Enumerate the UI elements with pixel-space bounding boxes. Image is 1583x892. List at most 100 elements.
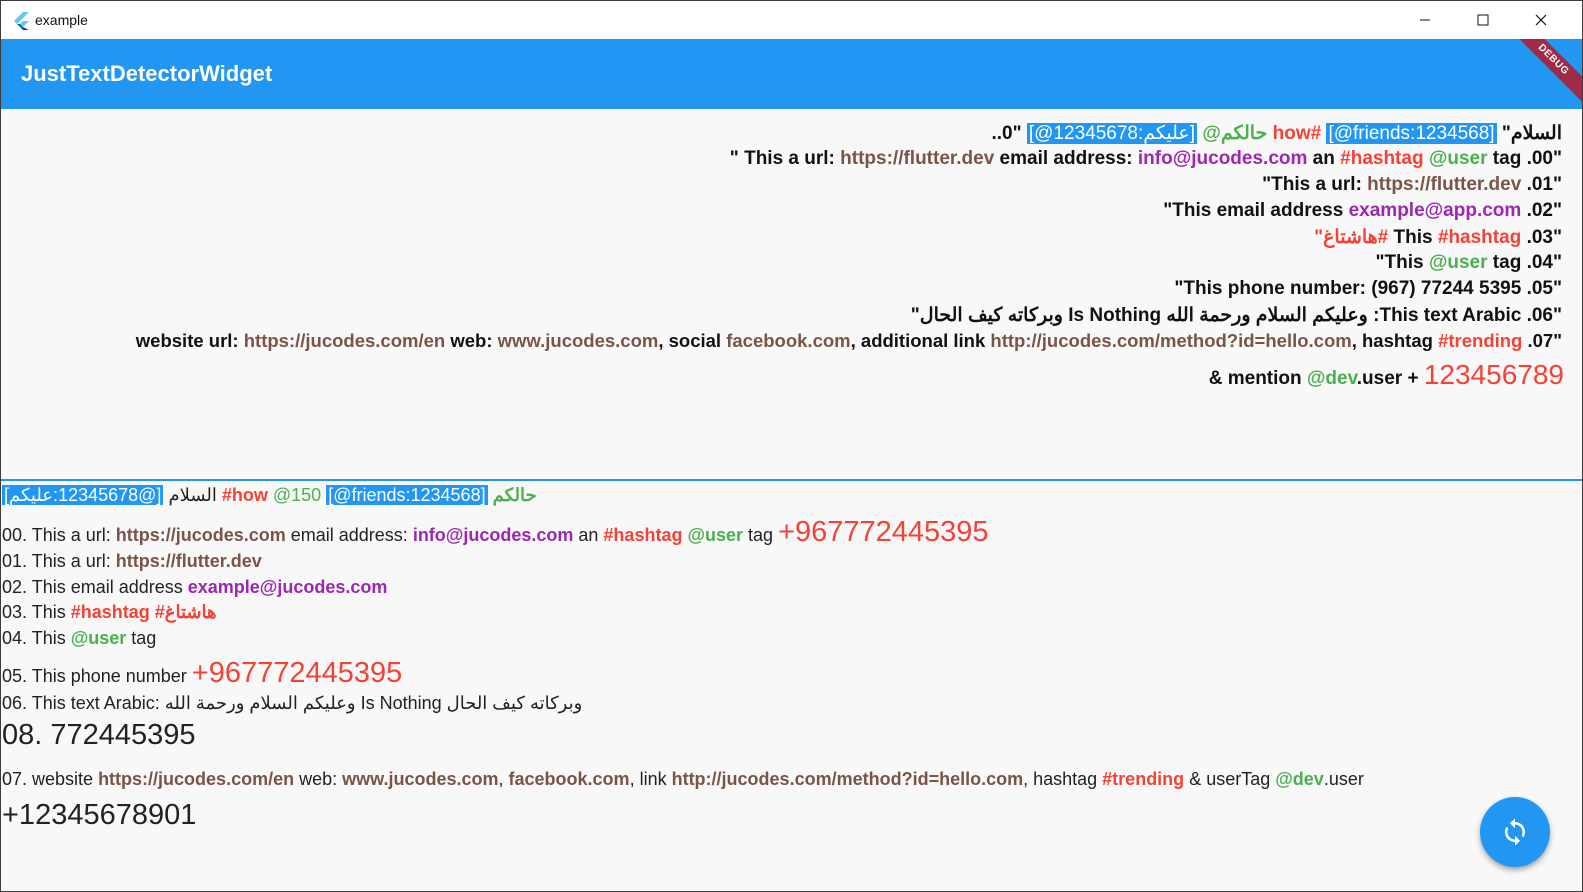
- email-link[interactable]: info@jucodes.com: [413, 525, 574, 545]
- text-line-02: 02. This email address example@jucodes.c…: [2, 577, 387, 598]
- app-bar: JustTextDetectorWidget DEBUG: [1, 39, 1582, 109]
- text: .07": [1522, 330, 1562, 351]
- phone-line-08[interactable]: 08. 772445395: [2, 719, 196, 752]
- text: This: [1388, 227, 1438, 248]
- mention-chip[interactable]: [@12345678:عليكم]: [2, 485, 164, 505]
- text-line-01: "This a url: https://flutter.dev .01": [1262, 174, 1562, 196]
- url-link[interactable]: https://flutter.dev: [1367, 174, 1521, 195]
- maximize-button[interactable]: [1454, 1, 1512, 39]
- text: tag .00": [1487, 148, 1562, 169]
- mention[interactable]: @dev: [1275, 769, 1324, 789]
- hashtag-arabic[interactable]: "هاشتاغ#: [1314, 227, 1388, 248]
- mention-chip[interactable]: [@friends:1234568]: [1326, 123, 1497, 144]
- flutter-logo-icon: [14, 12, 29, 30]
- text-line-03: "هاشتاغ# This #hashtag .03": [1314, 226, 1562, 249]
- url-link[interactable]: http://jucodes.com/method?id=hello.com: [990, 330, 1351, 351]
- phone-line[interactable]: +12345678901: [2, 799, 196, 832]
- text: "This: [1375, 252, 1429, 273]
- phone-link[interactable]: +967772445395: [192, 657, 402, 689]
- refresh-fab-button[interactable]: [1480, 797, 1550, 867]
- url-link[interactable]: https://flutter.dev: [116, 551, 262, 571]
- text: 03. This: [2, 602, 71, 622]
- text: السلام: [163, 485, 217, 505]
- url-link[interactable]: www.jucodes.com: [498, 330, 659, 351]
- hashtag[interactable]: #trending: [1102, 769, 1184, 789]
- url-link[interactable]: https://jucodes.com/en: [244, 330, 445, 351]
- email-link[interactable]: info@jucodes.com: [1138, 148, 1308, 169]
- hashtag[interactable]: how#: [1273, 123, 1322, 144]
- text-line-06: "وبركاته كيف الحال Is Nothing وعليكم الس…: [911, 304, 1562, 327]
- email-link[interactable]: example@app.com: [1349, 200, 1522, 221]
- text: 06. This text Arabic: وعليكم السلام ورحم…: [2, 693, 583, 713]
- mention[interactable]: @user: [71, 628, 127, 648]
- mention[interactable]: @user: [1429, 148, 1488, 169]
- debug-banner: DEBUG: [1500, 39, 1582, 109]
- hashtag[interactable]: #hashtag: [1340, 148, 1423, 169]
- text-line-04: 04. This @user tag: [2, 628, 156, 649]
- text: "وبركاته كيف الحال Is Nothing وعليكم الس…: [910, 305, 1562, 326]
- text: ,: [498, 769, 509, 789]
- text-line-02: "This email address example@app.com .02": [1163, 200, 1562, 222]
- text: , hashtag: [1351, 330, 1439, 351]
- url-link[interactable]: facebook.com: [509, 769, 630, 789]
- text-line-0: ..0" [@12345678:عليكم] @حالكم how# [@fri…: [991, 122, 1562, 145]
- mention[interactable]: @user: [1429, 252, 1488, 273]
- text: 04. This: [2, 628, 71, 648]
- text-line-05: "This phone number: (967) 77244 5395 .05…: [1174, 278, 1562, 300]
- text: an: [1307, 148, 1341, 169]
- mention-chip[interactable]: [@friends:1234568]: [326, 485, 488, 505]
- text: 07. website: [2, 769, 99, 789]
- url-link[interactable]: https://jucodes.com: [116, 525, 286, 545]
- text: .02": [1521, 200, 1562, 221]
- text: .03": [1521, 227, 1562, 248]
- text-line-mention: & mention @dev.user + 123456789: [1209, 359, 1564, 391]
- mention[interactable]: @حالكم: [1202, 123, 1272, 144]
- text: .user: [1323, 769, 1364, 789]
- app-bar-title: JustTextDetectorWidget: [21, 61, 273, 86]
- text: " This a url:: [729, 148, 841, 169]
- close-icon: [1535, 14, 1547, 26]
- text: , social: [658, 330, 727, 351]
- text-line-07: 07. website https://jucodes.com/en web: …: [2, 769, 1364, 790]
- minimize-button[interactable]: [1396, 1, 1454, 39]
- text: web:: [445, 330, 498, 351]
- text: an: [573, 525, 604, 545]
- text: & userTag: [1184, 769, 1276, 789]
- app-window: example JustTextDetectorWidget DEBUG ..0…: [0, 0, 1583, 892]
- mention[interactable]: @dev: [1307, 368, 1357, 389]
- url-link[interactable]: http://jucodes.com/method?id=hello.com: [672, 769, 1024, 789]
- text: "This email address: [1163, 200, 1349, 221]
- sync-icon: [1505, 818, 1525, 846]
- text: tag: [126, 628, 157, 648]
- hashtag[interactable]: #hashtag: [1438, 227, 1521, 248]
- text-line-00: 00. This a url: https://jucodes.com emai…: [2, 516, 989, 549]
- hashtag[interactable]: #hashtag: [71, 602, 150, 622]
- text: "This phone number: (967) 77244 5395 .05…: [1174, 278, 1562, 299]
- hashtag-arabic[interactable]: #هاشتاغ: [150, 602, 217, 622]
- text-line-06: 06. This text Arabic: وعليكم السلام ورحم…: [2, 693, 582, 714]
- text: website url:: [135, 330, 244, 351]
- email-link[interactable]: example@jucodes.com: [188, 577, 388, 597]
- window-title-bar: example: [1, 1, 1582, 39]
- minimize-icon: [1420, 19, 1430, 21]
- url-link[interactable]: https://jucodes.com/en: [98, 769, 294, 789]
- hashtag[interactable]: #how: [217, 485, 268, 505]
- hashtag[interactable]: #hashtag: [603, 525, 682, 545]
- url-link[interactable]: facebook.com: [726, 330, 850, 351]
- mention-chip[interactable]: [@12345678:عليكم]: [1026, 123, 1198, 144]
- text-line-05: 05. This phone number +967772445395: [2, 657, 402, 690]
- url-link[interactable]: www.jucodes.com: [342, 769, 498, 789]
- mention[interactable]: @150: [268, 485, 326, 505]
- phone-link[interactable]: +967772445395: [778, 516, 988, 548]
- rtl-detector-panel: ..0" [@12345678:عليكم] @حالكم how# [@fri…: [1, 109, 1582, 479]
- url-link[interactable]: https://flutter.dev: [840, 148, 994, 169]
- text: 05. This phone number: [2, 666, 192, 686]
- text: .user +: [1356, 368, 1424, 389]
- text: 02. This email address: [2, 577, 188, 597]
- mention[interactable]: @user: [687, 525, 743, 545]
- panel-divider: [1, 479, 1582, 481]
- phone-link[interactable]: 123456789: [1424, 359, 1564, 390]
- close-button[interactable]: [1512, 1, 1570, 39]
- hashtag[interactable]: #trending: [1438, 330, 1522, 351]
- text-line-01: 01. This a url: https://flutter.dev: [2, 551, 262, 572]
